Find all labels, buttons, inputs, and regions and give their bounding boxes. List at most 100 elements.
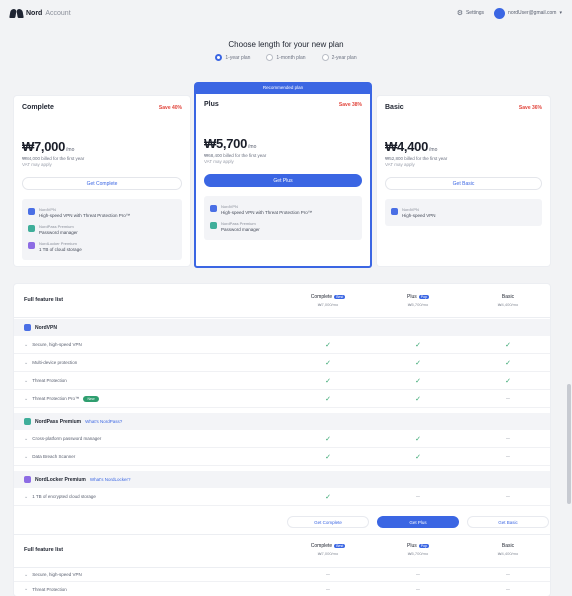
get-basic-button[interactable]: Get Basic (385, 177, 542, 190)
table-row[interactable]: ⌄ 1 TB of encrypted cloud storage ✓ – – (14, 488, 550, 506)
check-icon: ✓ (325, 377, 331, 385)
column-name: Basic (501, 543, 515, 549)
table-header: Full feature list Complete Best ₩7,000/mo… (14, 284, 550, 318)
dash-icon: – (506, 395, 510, 402)
brand-logo[interactable]: Nord Account (10, 9, 71, 18)
column-tag: Best (334, 295, 346, 299)
section-nordvpn: NordVPN (14, 319, 550, 336)
account-email: nordUser@gmail.com (508, 10, 557, 16)
nordvpn-icon (24, 324, 31, 331)
period-option-2-year[interactable]: 2-year plan (321, 54, 357, 61)
get-complete-button[interactable]: Get Complete (22, 177, 182, 190)
table-title: Full feature list (24, 547, 64, 553)
settings-link[interactable]: ⚙ Settings (457, 9, 484, 17)
table-row[interactable]: ⌄ Threat Protection Pro™ New ✓ ✓ – (14, 390, 550, 408)
check-icon: ✓ (325, 395, 331, 403)
gear-icon: ⚙ (456, 10, 463, 17)
page-scrollbar[interactable] (566, 0, 572, 596)
price-period: /mo (66, 147, 75, 153)
chevron-down-icon: ⌄ (24, 453, 29, 460)
feature-title: NordVPN (39, 207, 56, 212)
plan-price: ₩7,000 (22, 139, 66, 154)
radio-selected-icon (215, 54, 223, 61)
table-row[interactable]: ⌄ Multi-device protection ✓ ✓ ✓ (14, 354, 550, 372)
column-tag: Pop (418, 295, 429, 299)
row-label: Multi-device protection (32, 360, 78, 365)
discount-badge: Save 38% (338, 101, 362, 108)
billing-note: ₩84,000 billed for the first year (22, 156, 85, 161)
period-label: 2-year plan (331, 54, 357, 61)
period-option-1-year[interactable]: 1-year plan (215, 54, 250, 61)
row-label: Secure, high-speed VPN (32, 572, 82, 577)
table-header-repeat: Full feature list Complete Best ₩7,000/mo… (14, 534, 550, 568)
table-row[interactable]: ⌄ Threat Protection ✓ ✓ ✓ (14, 372, 550, 390)
nordpass-icon (24, 418, 31, 425)
plan-name: Plus (204, 101, 219, 108)
top-bar: Nord Account ⚙ Settings nordUser@gmail.c… (0, 0, 572, 26)
check-icon: ✓ (505, 359, 511, 367)
feature-item: NordVPN High-speed VPN (391, 204, 536, 221)
row-label: 1 TB of encrypted cloud storage (32, 494, 96, 499)
feature-title: NordPass Premium (39, 224, 74, 229)
dash-icon: – (506, 435, 510, 442)
vat-note: VAT may apply (22, 162, 52, 167)
check-icon: ✓ (325, 453, 331, 461)
column-price: ₩4,400/mo (497, 551, 519, 556)
period-label: 1-year plan (225, 54, 251, 61)
column-price: ₩7,000/mo (317, 551, 339, 556)
nordpass-icon (28, 225, 35, 232)
column-tag: Pop (418, 544, 429, 548)
vat-note: VAT may apply (204, 159, 234, 164)
table-row[interactable]: ⌄ Secure, high-speed VPN – – – (14, 568, 550, 582)
check-icon: ✓ (415, 453, 421, 461)
radio-icon (321, 54, 329, 61)
feature-item: NordPass Premium Password manager (28, 221, 176, 238)
radio-icon (266, 54, 274, 61)
get-complete-button[interactable]: Get Complete (287, 516, 369, 528)
feature-desc: High-speed VPN with Threat Protection Pr… (221, 210, 313, 215)
get-plus-button[interactable]: Get Plus (204, 174, 362, 187)
brand-name: Nord (26, 9, 43, 17)
plan-card-plus: Plus Save 38% ₩5,700 /mo ₩68,400 billed … (194, 92, 372, 268)
row-label: Cross-platform password manager (32, 436, 102, 441)
get-basic-button[interactable]: Get Basic (467, 516, 549, 528)
get-plus-button[interactable]: Get Plus (377, 516, 459, 528)
chooser-title: Choose length for your new plan (228, 40, 344, 49)
column-price: ₩5,700/mo (407, 551, 429, 556)
section-name: NordPass Premium (35, 418, 82, 425)
table-row[interactable]: ⌄ Data Breach Scanner ✓ ✓ – (14, 448, 550, 466)
table-row[interactable]: ⌄ Cross-platform password manager ✓ ✓ – (14, 430, 550, 448)
column-complete: Complete Best ₩7,000/mo (298, 294, 358, 307)
check-icon: ✓ (415, 377, 421, 385)
check-icon: ✓ (505, 377, 511, 385)
nord-logo-icon (10, 9, 23, 18)
account-menu[interactable]: nordUser@gmail.com ▾ (494, 7, 562, 19)
dash-icon: – (506, 571, 510, 578)
table-title: Full feature list (24, 297, 64, 303)
table-row[interactable]: ⌄ Secure, high-speed VPN ✓ ✓ ✓ (14, 336, 550, 354)
plan-card-complete: Complete Save 40% ₩7,000 /mo ₩84,000 bil… (14, 96, 190, 266)
brand-subtitle: Account (45, 9, 71, 17)
check-icon: ✓ (415, 341, 421, 349)
vat-note: VAT may apply (385, 162, 415, 167)
feature-item: NordPass Premium Password manager (210, 218, 356, 235)
chevron-down-icon: ▾ (559, 10, 562, 16)
table-row[interactable]: ⌄ Threat Protection – – – (14, 582, 550, 596)
discount-badge: Save 40% (158, 104, 182, 111)
period-option-1-month[interactable]: 1-month plan (266, 54, 306, 61)
row-label: Secure, high-speed VPN (32, 342, 82, 347)
period-label: 1-month plan (276, 54, 306, 61)
scrollbar-thumb[interactable] (567, 384, 571, 504)
column-name: Plus (407, 294, 417, 300)
dash-icon: – (326, 585, 330, 593)
whats-nordpass-link[interactable]: What's NordPass? (85, 419, 122, 424)
row-label: Threat Protection (32, 378, 67, 383)
whats-nordlocker-link[interactable]: What's NordLocker? (90, 477, 131, 482)
chevron-down-icon: ⌄ (24, 435, 29, 442)
column-name: Plus (407, 543, 417, 549)
feature-desc: High-speed VPN (402, 213, 436, 218)
chevron-down-icon: ⌄ (24, 493, 29, 500)
feature-comparison-table: Full feature list Complete Best ₩7,000/mo… (14, 284, 550, 596)
plan-price: ₩5,700 (204, 136, 248, 151)
check-icon: ✓ (415, 435, 421, 443)
